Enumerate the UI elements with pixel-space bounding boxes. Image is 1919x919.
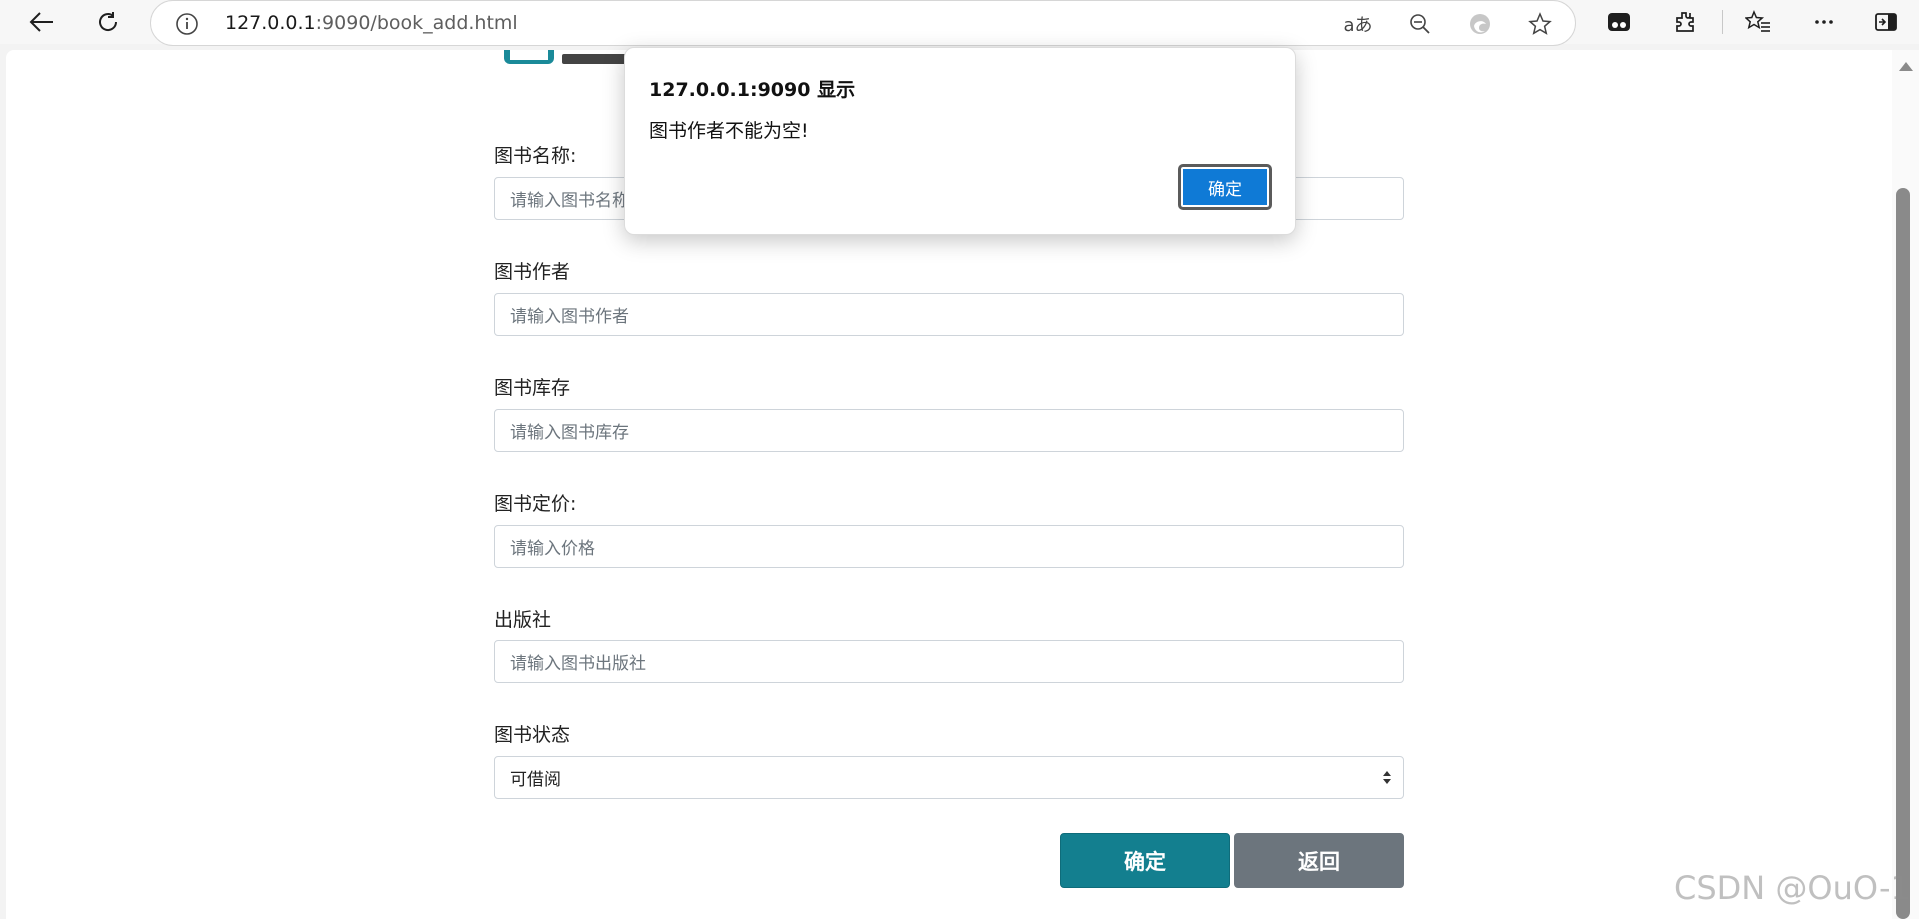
dialog-message: 图书作者不能为空!	[649, 120, 809, 142]
label-book-price: 图书定价:	[494, 493, 577, 515]
toolbar-separator	[1722, 10, 1723, 34]
favorites-icon[interactable]	[1740, 6, 1776, 38]
select-arrows-icon	[1383, 771, 1391, 785]
more-icon[interactable]	[1806, 6, 1842, 38]
label-book-author: 图书作者	[494, 261, 571, 283]
book-logo-icon	[504, 50, 554, 64]
book-price-input[interactable]: 请输入价格	[494, 525, 1404, 568]
url-text[interactable]: 127.0.0.1:9090/book_add.html	[225, 12, 518, 34]
dialog-ok-button[interactable]: 确定	[1178, 164, 1272, 210]
label-book-stock: 图书库存	[494, 377, 571, 399]
submit-button[interactable]: 确定	[1060, 833, 1230, 888]
alert-dialog: 127.0.0.1:9090 显示 图书作者不能为空! 确定	[624, 47, 1296, 235]
book-status-select[interactable]: 可借阅	[494, 756, 1404, 799]
browser-toolbar: 127.0.0.1:9090/book_add.html aあ	[0, 0, 1919, 46]
url-host: 127.0.0.1	[225, 12, 316, 34]
label-book-status: 图书状态	[494, 724, 571, 746]
read-aloud-icon[interactable]: aあ	[1343, 10, 1373, 38]
label-book-name: 图书名称:	[494, 145, 577, 167]
info-icon[interactable]	[175, 12, 199, 40]
refresh-icon[interactable]	[90, 6, 126, 38]
favorite-star-icon[interactable]	[1525, 10, 1555, 38]
back-button[interactable]: 返回	[1234, 833, 1404, 888]
dialog-title: 127.0.0.1:9090 显示	[649, 79, 856, 101]
scroll-up-arrow-icon[interactable]	[1899, 62, 1913, 71]
watermark: CSDN @OuO-1	[1674, 869, 1911, 907]
site-logo	[504, 50, 642, 64]
label-publisher: 出版社	[494, 609, 552, 631]
publisher-input[interactable]: 请输入图书出版社	[494, 640, 1404, 683]
book-status-value: 可借阅	[510, 770, 561, 790]
edge-icon[interactable]	[1465, 10, 1495, 38]
puzzle-icon[interactable]	[1667, 6, 1703, 38]
sidebar-icon[interactable]	[1868, 6, 1904, 38]
zoom-out-icon[interactable]	[1405, 10, 1435, 38]
address-bar[interactable]: 127.0.0.1:9090/book_add.html aあ	[150, 0, 1576, 46]
back-icon[interactable]	[24, 6, 60, 38]
scrollbar-thumb[interactable]	[1896, 188, 1910, 919]
book-stock-input[interactable]: 请输入图书库存	[494, 409, 1404, 452]
url-path: :9090/book_add.html	[315, 12, 518, 34]
extensions-icon[interactable]	[1601, 6, 1637, 38]
book-author-input[interactable]: 请输入图书作者	[494, 293, 1404, 336]
